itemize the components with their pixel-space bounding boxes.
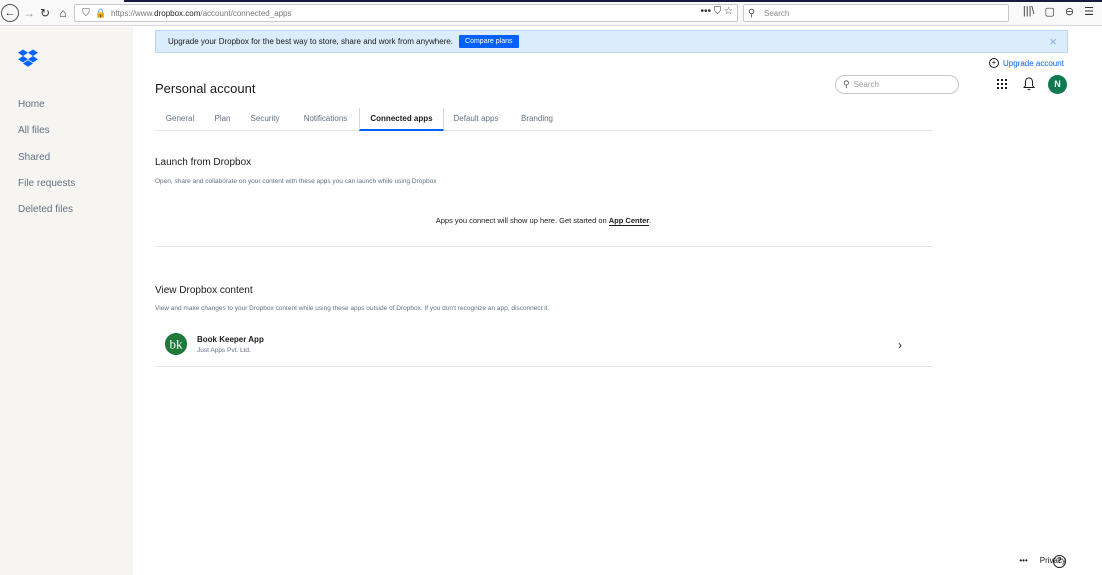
home-icon[interactable]: ⌂	[56, 4, 70, 22]
search-icon: ⚲	[748, 7, 756, 19]
lock-icon[interactable]: 🔒	[95, 8, 107, 19]
browser-toolbar-right: |||\ ▢ ⊖ ☰	[1023, 5, 1094, 18]
help-icon[interactable]: ?	[1053, 555, 1066, 568]
tab-plan[interactable]: Plan	[209, 108, 236, 130]
library-icon[interactable]: |||\	[1023, 5, 1035, 18]
tab-branding[interactable]: Branding	[515, 108, 559, 130]
forward-icon[interactable]: →	[21, 4, 37, 22]
app-center-link[interactable]: App Center	[608, 216, 650, 226]
back-icon[interactable]: ←	[1, 4, 19, 22]
app-grid-icon[interactable]	[997, 79, 1007, 89]
search-icon: ⚲	[843, 79, 850, 89]
empty-state-end: .	[649, 216, 652, 225]
browser-search-placeholder: Search	[764, 8, 790, 18]
upgrade-account-link[interactable]: + Upgrade account	[989, 58, 1064, 68]
list-item[interactable]: bk Book Keeper App Just Apps Pvt. Ltd. ›	[155, 330, 932, 366]
search-placeholder: Search	[853, 80, 879, 89]
bell-icon[interactable]	[1023, 77, 1035, 91]
address-bar[interactable]: ⛉ 🔒 https://www.dropbox.com/account/conn…	[74, 4, 738, 22]
app-name: Book Keeper App	[197, 335, 264, 344]
sidebar-toggle-icon[interactable]: ▢	[1045, 5, 1055, 18]
view-section-title: View Dropbox content	[155, 285, 253, 296]
launch-section-title: Launch from Dropbox	[155, 157, 252, 168]
reload-icon[interactable]: ↻	[38, 4, 52, 22]
sidebar-nav: Home All files Shared File requests Dele…	[18, 99, 75, 230]
sidebar-item-all-files[interactable]: All files	[18, 125, 75, 151]
app-icon-letters: bk	[170, 337, 184, 352]
page-title: Personal account	[155, 81, 256, 96]
url-domain: dropbox.com	[154, 8, 201, 18]
compare-plans-button[interactable]: Compare plans	[459, 35, 519, 48]
more-icon[interactable]: •••	[1019, 556, 1027, 565]
account-icon[interactable]: ⊖	[1065, 5, 1074, 18]
view-section-description: View and make changes to your Dropbox co…	[155, 305, 550, 312]
close-icon[interactable]: ×	[1049, 34, 1057, 49]
url-path: /account/connected_apps	[200, 8, 292, 18]
sidebar-item-home[interactable]: Home	[18, 99, 75, 125]
window-edge	[124, 0, 1102, 2]
url-text: https://www.dropbox.com/account/connecte…	[111, 9, 292, 18]
menu-icon[interactable]: ☰	[1084, 5, 1094, 18]
tab-notifications[interactable]: Notifications	[297, 108, 354, 130]
tab-general[interactable]: General	[159, 108, 201, 130]
browser-toolbar: ← → ↻ ⌂ ⛉ 🔒 https://www.dropbox.com/acco…	[0, 0, 1102, 26]
dropbox-logo-icon[interactable]	[18, 49, 38, 67]
tab-default-apps[interactable]: Default apps	[449, 108, 503, 130]
list-divider	[155, 366, 932, 367]
tab-connected-apps[interactable]: Connected apps	[359, 108, 444, 131]
page-actions-icon[interactable]: ••• ⛉ ☆	[700, 6, 733, 17]
empty-state-text: Apps you connect will show up here. Get …	[435, 216, 609, 225]
plus-circle-icon: +	[989, 58, 999, 68]
sidebar-item-shared[interactable]: Shared	[18, 152, 75, 178]
settings-tabs: General Plan Security Notifications Conn…	[155, 108, 932, 131]
url-prefix: https://www.	[111, 8, 155, 18]
section-divider	[155, 246, 932, 247]
upgrade-banner: Upgrade your Dropbox for the best way to…	[155, 30, 1068, 53]
avatar[interactable]: N	[1048, 75, 1067, 94]
upgrade-account-label: Upgrade account	[1003, 58, 1064, 68]
sidebar-item-file-requests[interactable]: File requests	[18, 178, 75, 204]
browser-search-input[interactable]: ⚲ Search	[743, 4, 1009, 22]
tracking-shield-icon[interactable]: ⛉	[79, 8, 93, 19]
banner-message: Upgrade your Dropbox for the best way to…	[168, 37, 454, 46]
app-company: Just Apps Pvt. Ltd.	[197, 347, 251, 354]
search-input[interactable]: ⚲ Search	[835, 75, 959, 94]
book-keeper-app-icon: bk	[165, 333, 187, 355]
chevron-right-icon[interactable]: ›	[898, 338, 902, 352]
sidebar-item-deleted-files[interactable]: Deleted files	[18, 204, 75, 230]
tab-security[interactable]: Security	[244, 108, 286, 130]
empty-state-message: Apps you connect will show up here. Get …	[155, 216, 932, 226]
launch-section-description: Open, share and collaborate on your cont…	[155, 178, 437, 185]
sidebar: Home All files Shared File requests Dele…	[0, 27, 133, 575]
